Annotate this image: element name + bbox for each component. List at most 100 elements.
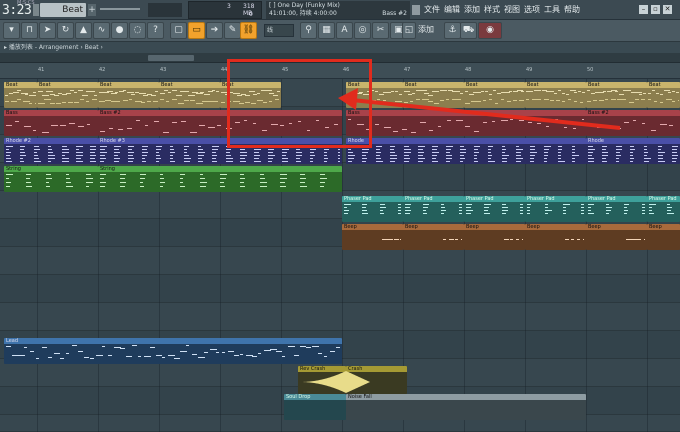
link-icon[interactable]: ⛓ xyxy=(240,22,257,39)
wave-icon[interactable]: ∿ xyxy=(93,22,110,39)
master-pitch-display[interactable] xyxy=(148,3,182,17)
rhode-note xyxy=(296,161,301,162)
pattern-select-arrow-icon[interactable] xyxy=(33,4,39,16)
menu-edit[interactable]: 编辑 xyxy=(444,4,460,15)
mic-icon[interactable]: ● xyxy=(111,22,128,39)
lead-note xyxy=(306,347,311,348)
rhode-note xyxy=(630,152,633,153)
beep-note xyxy=(571,239,574,240)
rhode-note xyxy=(530,149,535,150)
slice-icon[interactable]: ✂ xyxy=(372,22,389,39)
magnet-icon[interactable]: ⊓ xyxy=(21,22,38,39)
beat-note xyxy=(111,93,117,94)
phaser-note xyxy=(563,207,566,208)
rhode-note xyxy=(572,158,575,159)
rhode-note xyxy=(558,149,562,150)
rhode-note xyxy=(226,155,231,156)
rhode-note xyxy=(100,146,107,147)
brush-icon[interactable]: ▦ xyxy=(318,22,335,39)
beat-note xyxy=(631,92,635,93)
phaser-note xyxy=(362,210,367,211)
zoom-icon[interactable]: ◱ xyxy=(402,22,416,39)
rhode-note xyxy=(602,146,607,147)
rhode-note xyxy=(630,146,634,147)
menu-view[interactable]: 视图 xyxy=(504,4,520,15)
record-toggle-icon[interactable]: ◉ xyxy=(478,22,502,39)
menu-options[interactable]: 选项 xyxy=(524,4,540,15)
loop-icon[interactable]: ↻ xyxy=(57,22,74,39)
bass-note xyxy=(546,126,549,127)
menu-patterns[interactable]: 样式 xyxy=(484,4,500,15)
clipboard-icon[interactable]: ▢ xyxy=(170,22,187,39)
string-note xyxy=(100,182,106,183)
beat-note xyxy=(135,92,139,93)
chat-icon[interactable]: ◌ xyxy=(129,22,146,39)
cart-icon[interactable]: ⛟ xyxy=(460,22,477,39)
beat-note xyxy=(123,90,126,91)
beat-note xyxy=(574,101,577,102)
beat-note xyxy=(578,91,581,92)
mute-icon[interactable]: ◎ xyxy=(354,22,371,39)
beat-note xyxy=(444,90,447,91)
beat-note xyxy=(117,101,120,102)
phaser-note xyxy=(362,207,366,208)
beat-note xyxy=(404,91,410,92)
beat-note xyxy=(80,99,84,100)
menu-file[interactable]: 文件 xyxy=(424,4,440,15)
ruler-bar-label: 42 xyxy=(99,67,106,73)
menu-add[interactable]: 添加 xyxy=(464,4,480,15)
hint-scroll-icon[interactable] xyxy=(412,5,420,15)
arrow-right-icon[interactable]: ➔ xyxy=(206,22,223,39)
beat-note xyxy=(131,94,135,95)
pattern-add-icon[interactable]: + xyxy=(88,4,96,16)
rhode-note xyxy=(6,146,13,147)
draw-mode-icon[interactable]: ▭ xyxy=(188,22,205,39)
menu-tools[interactable]: 工具 xyxy=(544,4,560,15)
slip-icon[interactable]: A xyxy=(336,22,353,39)
minimize-icon[interactable]: – xyxy=(639,5,648,14)
beat-note xyxy=(160,99,164,100)
pattern-selector[interactable]: Beat xyxy=(40,3,86,17)
lead-note xyxy=(288,346,295,347)
rhode-note xyxy=(62,152,69,153)
crash-waveform xyxy=(300,371,370,393)
string-note xyxy=(120,186,125,187)
playlist-menu-icon[interactable]: ▾ xyxy=(3,22,20,39)
rhode-note xyxy=(338,155,340,156)
rhode-note xyxy=(170,149,174,150)
master-volume-slider[interactable] xyxy=(100,8,140,10)
beat-note xyxy=(172,90,177,91)
close-icon[interactable]: ✕ xyxy=(663,5,672,14)
rhode-note xyxy=(90,152,95,153)
rhode-note xyxy=(376,158,381,159)
stamp-icon[interactable]: ⚲ xyxy=(300,22,317,39)
lead-note xyxy=(330,351,335,352)
menu-help[interactable]: 帮助 xyxy=(564,4,580,15)
phaser-note xyxy=(588,210,591,211)
restore-icon[interactable]: ▫ xyxy=(651,5,660,14)
bass-note xyxy=(492,121,495,122)
overview-scroll-thumb[interactable] xyxy=(148,55,194,61)
bass-note xyxy=(582,119,584,120)
string-note xyxy=(220,182,224,183)
string-note xyxy=(160,174,163,175)
snap-select[interactable]: 线 xyxy=(264,24,294,37)
pointer-icon[interactable]: ➤ xyxy=(39,22,56,39)
ruler-bar-label: 49 xyxy=(526,67,533,73)
rhode-note xyxy=(100,158,106,159)
rhode-note xyxy=(34,152,37,153)
rhode-note xyxy=(572,152,575,153)
ruler-bar-label: 48 xyxy=(465,67,472,73)
phaser-note xyxy=(606,213,609,214)
rhode-note xyxy=(212,152,216,153)
beat-note xyxy=(147,94,152,95)
snap-magnet-icon[interactable]: ⚓ xyxy=(444,22,461,39)
phaser-note xyxy=(642,213,645,214)
metronome-icon[interactable]: ▲ xyxy=(75,22,92,39)
rhode-note xyxy=(142,155,147,156)
rhode-note xyxy=(310,152,314,153)
rhode-note xyxy=(474,161,478,162)
pencil-icon[interactable]: ✎ xyxy=(224,22,241,39)
help-icon[interactable]: ? xyxy=(147,22,164,39)
add-button[interactable]: 添加 xyxy=(418,24,434,35)
